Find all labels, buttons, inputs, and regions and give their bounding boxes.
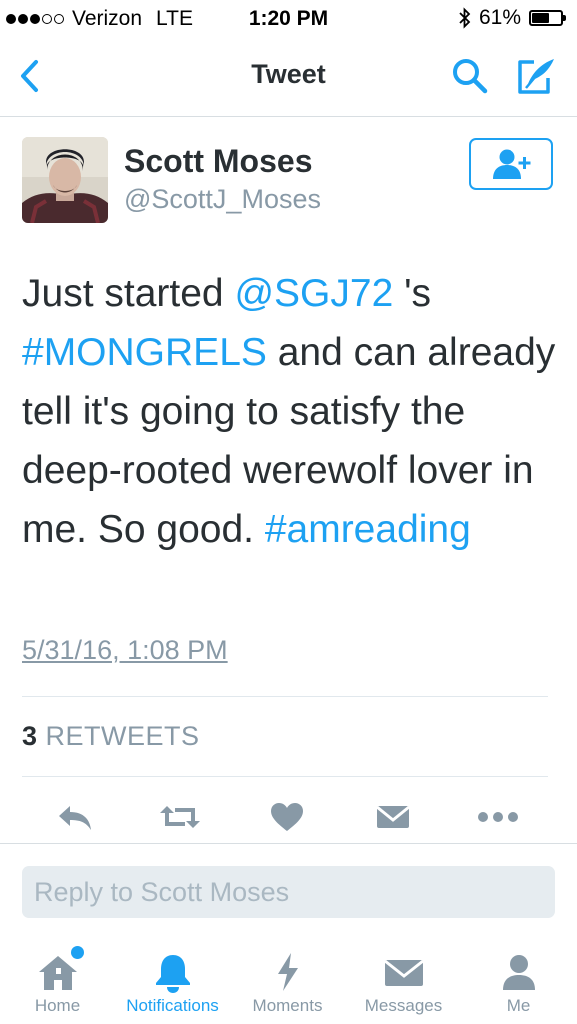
tab-messages[interactable]: Messages: [346, 944, 461, 1024]
divider: [22, 776, 548, 777]
text-segment: Just started: [22, 272, 235, 315]
bluetooth-icon: [459, 7, 471, 29]
reply-icon[interactable]: [53, 798, 97, 836]
tab-label: Notifications: [126, 996, 219, 1015]
nav-bar: Tweet: [0, 36, 577, 117]
mention-link[interactable]: @SGJ72: [234, 272, 393, 315]
add-user-icon: [493, 149, 531, 179]
retweet-label: RETWEETS: [45, 721, 200, 751]
author-name[interactable]: Scott Moses: [124, 143, 312, 180]
direct-message-icon[interactable]: [371, 798, 415, 836]
status-bar: Verizon LTE 1:20 PM 61%: [0, 0, 577, 36]
reply-input[interactable]: [22, 866, 555, 918]
more-icon[interactable]: [476, 798, 520, 836]
divider: [22, 696, 548, 697]
battery-icon: [529, 10, 566, 26]
divider: [0, 843, 577, 844]
text-segment: 's: [393, 272, 432, 315]
compose-icon[interactable]: [514, 54, 558, 98]
search-icon[interactable]: [450, 56, 490, 96]
reply-box[interactable]: [22, 866, 555, 918]
page-title: Tweet: [251, 59, 326, 89]
tab-me[interactable]: Me: [461, 944, 576, 1024]
tab-home[interactable]: Home: [0, 944, 115, 1024]
notification-dot: [70, 946, 84, 959]
avatar[interactable]: [22, 137, 108, 223]
follow-button[interactable]: [469, 138, 553, 190]
envelope-icon: [383, 959, 424, 986]
tab-label: Home: [34, 996, 81, 1015]
lightning-icon: [277, 953, 298, 991]
tab-label: Me: [506, 996, 531, 1015]
person-icon: [502, 955, 535, 990]
retweet-icon[interactable]: [158, 798, 202, 836]
battery-percent: 61%: [478, 6, 521, 29]
tab-label: Moments: [252, 996, 323, 1015]
tab-moments[interactable]: Moments: [230, 944, 345, 1024]
tweet-timestamp[interactable]: 5/31/16, 1:08 PM: [22, 635, 228, 666]
status-right: 61%: [459, 6, 566, 30]
bell-icon: [155, 955, 190, 993]
author-handle[interactable]: @ScottJ_Moses: [124, 184, 321, 215]
hashtag-link[interactable]: #amreading: [265, 508, 471, 551]
like-icon[interactable]: [265, 798, 309, 836]
tab-notifications[interactable]: Notifications: [115, 944, 230, 1024]
hashtag-link[interactable]: #MONGRELS: [22, 331, 267, 374]
tweet-text: Just started @SGJ72 's #MONGRELS and can…: [22, 264, 557, 559]
tab-label: Messages: [364, 996, 443, 1015]
retweet-stats[interactable]: 3 RETWEETS: [22, 721, 200, 752]
retweet-count: 3: [22, 721, 38, 751]
